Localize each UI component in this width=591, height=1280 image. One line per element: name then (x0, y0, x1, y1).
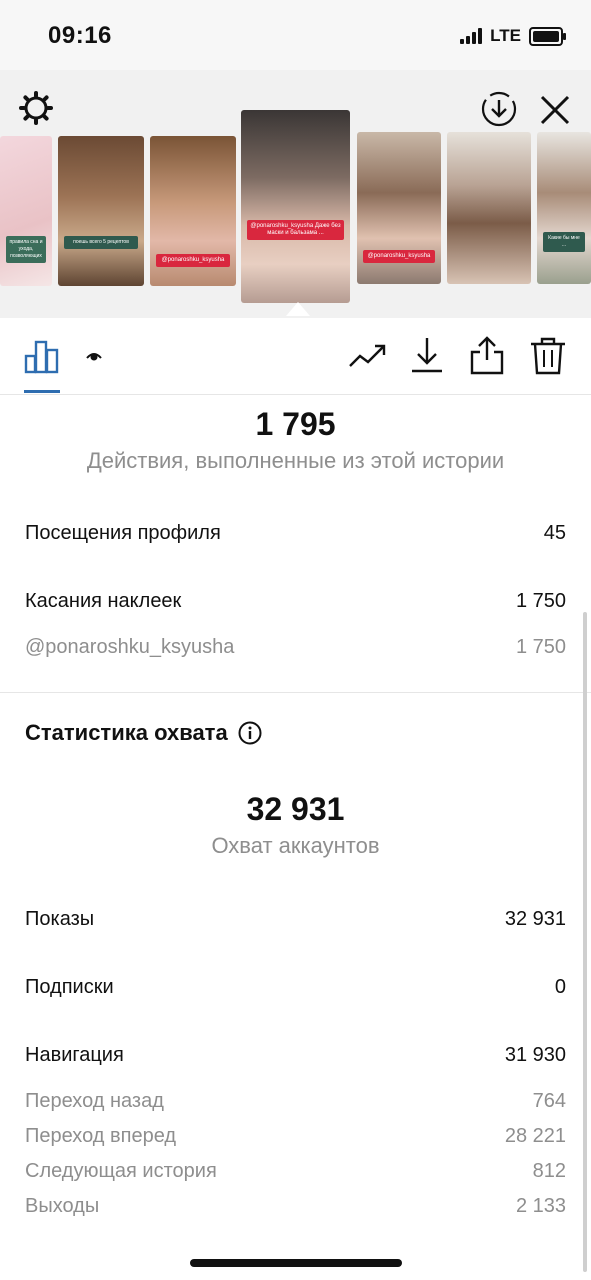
nav-row: Переход вперед 28 221 (25, 1125, 566, 1148)
stat-row: Подписки 0 (25, 976, 566, 999)
stat-label: Касания наклеек (25, 590, 182, 612)
signal-icon (460, 28, 483, 44)
story-thumb[interactable]: @ponaroshku_ksyusha (357, 132, 441, 284)
stat-label: Переход назад (25, 1090, 164, 1112)
current-story-pointer (286, 302, 310, 316)
actions-label: Действия, выполненные из этой истории (86, 448, 505, 473)
stat-value: 2 133 (515, 1195, 566, 1217)
eye-icon[interactable] (80, 336, 120, 376)
stat-row: Касания наклеек 1 750 (25, 590, 566, 613)
stat-value: 1 750 (515, 636, 566, 658)
stat-value: 45 (543, 522, 566, 544)
reach-title-text: Статистика охвата (25, 720, 228, 745)
download-icon[interactable] (407, 336, 447, 376)
story-thumb-current[interactable]: @ponaroshku_ksyusha Даже без маски и бал… (241, 110, 350, 303)
stat-value: 0 (554, 976, 566, 998)
insights-icon[interactable] (22, 336, 62, 376)
story-thumb[interactable]: поешь всего 5 рецептов (58, 136, 144, 286)
divider (0, 692, 591, 693)
close-icon[interactable] (537, 92, 573, 128)
stat-label: Навигация (25, 1044, 124, 1066)
status-icons: LTE (460, 26, 566, 46)
trending-icon[interactable] (348, 336, 388, 376)
trash-icon[interactable] (528, 336, 568, 376)
stat-label: Переход вперед (25, 1125, 177, 1147)
story-toolbar (0, 318, 591, 395)
actions-count: 1 795 (255, 406, 336, 442)
status-bar: 09:16 LTE (0, 0, 591, 70)
battery-icon (529, 26, 566, 46)
save-story-icon[interactable] (480, 90, 518, 128)
reach-section-title: Статистика охвата (25, 720, 262, 746)
stat-label: Следующая история (25, 1160, 217, 1182)
story-thumb[interactable]: @ponaroshku_ksyusha (150, 136, 236, 286)
reach-count-label: Охват аккаунтов (211, 833, 380, 858)
story-viewer: правила сна и ухода, позволяющих поешь в… (0, 70, 591, 318)
stat-row-sub[interactable]: @ponaroshku_ksyusha 1 750 (25, 636, 566, 659)
stat-label: @ponaroshku_ksyusha (25, 636, 235, 658)
info-icon[interactable] (238, 721, 262, 745)
status-time: 09:16 (48, 22, 112, 49)
stat-label: Посещения профиля (25, 522, 221, 544)
story-thumb[interactable] (447, 132, 531, 284)
stat-label: Подписки (25, 976, 114, 998)
insights-tab-indicator (24, 390, 60, 393)
stat-value: 812 (532, 1160, 566, 1182)
share-icon[interactable] (467, 336, 507, 376)
stat-label: Показы (25, 908, 95, 930)
stat-value: 32 931 (504, 908, 566, 930)
home-indicator[interactable] (190, 1259, 402, 1267)
stat-row: Показы 32 931 (25, 908, 566, 931)
stat-value: 764 (532, 1090, 566, 1112)
stat-row: Навигация 31 930 (25, 1044, 566, 1067)
story-thumb[interactable]: правила сна и ухода, позволяющих (0, 136, 52, 286)
network-type: LTE (490, 26, 521, 45)
nav-row: Выходы 2 133 (25, 1195, 566, 1218)
stat-value: 28 221 (504, 1125, 566, 1147)
reach-count: 32 931 (246, 791, 345, 827)
nav-row: Переход назад 764 (25, 1090, 566, 1113)
story-thumb[interactable]: Какие бы мне ... (537, 132, 591, 284)
stat-value: 31 930 (504, 1044, 566, 1066)
gear-icon[interactable] (18, 90, 54, 126)
stat-value: 1 750 (515, 590, 566, 612)
scrollbar[interactable] (583, 612, 587, 1272)
stat-row: Посещения профиля 45 (25, 522, 566, 545)
story-thumbnails: правила сна и ухода, позволяющих поешь в… (0, 110, 591, 310)
nav-row: Следующая история 812 (25, 1160, 566, 1183)
stat-label: Выходы (25, 1195, 100, 1217)
